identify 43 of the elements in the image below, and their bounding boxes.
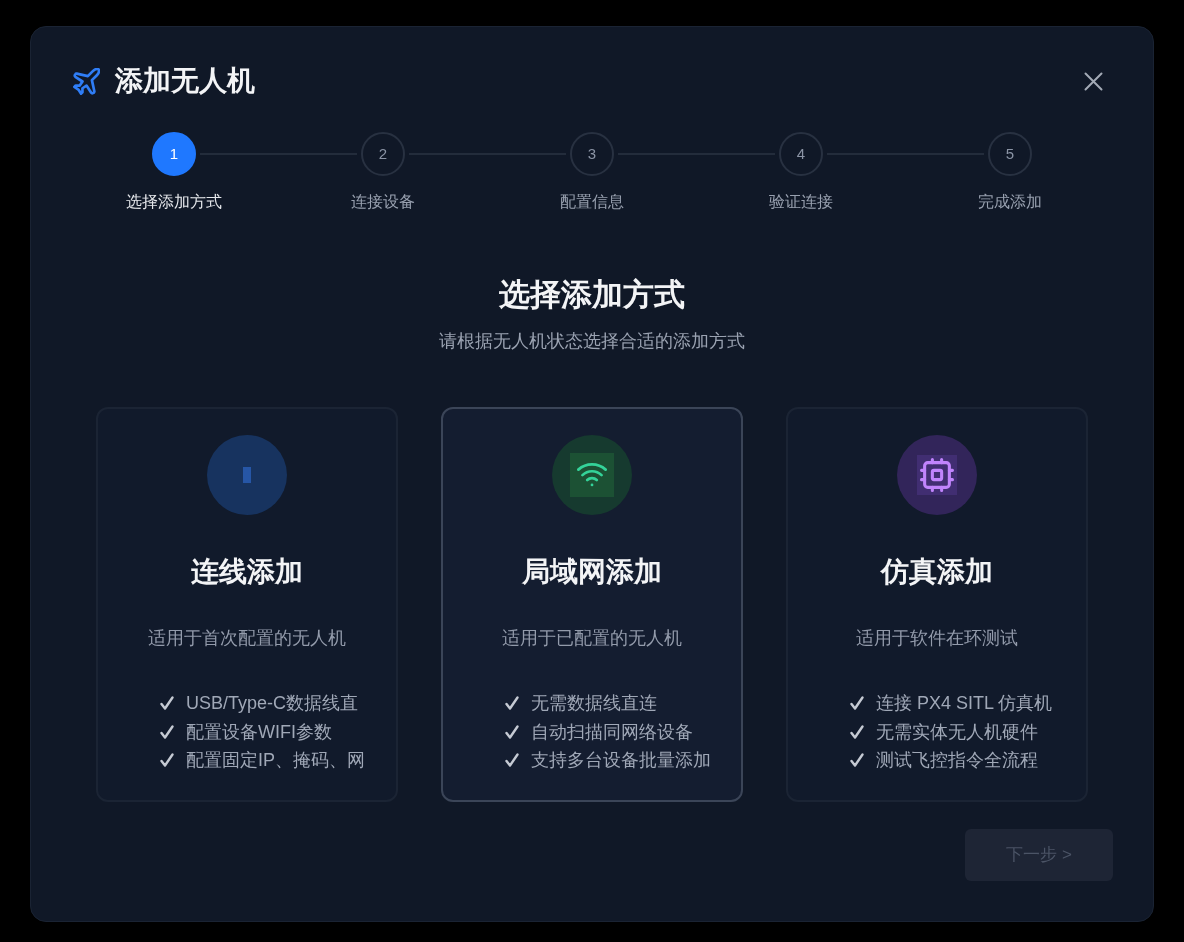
feature-text: 无需数据线直连 <box>531 692 657 716</box>
card-title: 仿真添加 <box>881 555 993 589</box>
check-icon <box>505 696 519 711</box>
card-description: 适用于已配置的无人机 <box>502 627 682 650</box>
step-number: 4 <box>779 132 823 176</box>
feature-text: 配置设备WIFI参数 <box>186 720 332 744</box>
step-label: 验证连接 <box>768 192 833 212</box>
feature-text: 配置固定IP、掩码、网 <box>186 749 365 773</box>
feature-text: 连接 PX4 SITL 仿真机 <box>876 692 1053 716</box>
step-number: 2 <box>361 132 405 176</box>
method-card[interactable]: 仿真添加 适用于软件在环测试 连接 PX4 SITL 仿真机 无需实体无人机硬件 测试飞控指令全流程 <box>786 407 1088 802</box>
feature-text: 支持多台设备批量添加 <box>531 749 711 773</box>
card-title: 连线添加 <box>191 555 303 589</box>
step-number: 3 <box>570 132 614 176</box>
card-title: 局域网添加 <box>522 555 662 589</box>
feature-text: 自动扫描同网络设备 <box>531 720 693 744</box>
check-icon <box>505 753 519 768</box>
card-description: 适用于软件在环测试 <box>856 627 1018 650</box>
step-number: 1 <box>152 132 196 176</box>
step-label: 选择添加方式 <box>126 192 223 212</box>
check-icon <box>160 724 174 739</box>
check-icon <box>160 753 174 768</box>
feature-text: USB/Type-C数据线直 <box>186 692 359 716</box>
feature-text: 测试飞控指令全流程 <box>876 749 1038 773</box>
check-icon <box>850 753 864 768</box>
section-heading: 选择添加方式 <box>499 276 685 314</box>
check-icon <box>850 724 864 739</box>
method-card[interactable]: 连线添加 适用于首次配置的无人机 USB/Type-C数据线直 配置设备WIFI参数 配置固定IP、掩码、网 <box>96 407 398 802</box>
method-card[interactable]: 局域网添加 适用于已配置的无人机 无需数据线直连 自动扫描同网络设备 支持多台设备批量添加 <box>441 407 743 802</box>
check-icon <box>850 696 864 711</box>
close-button[interactable] <box>1084 71 1103 91</box>
check-icon <box>160 696 174 711</box>
step-label: 完成添加 <box>977 192 1042 212</box>
plane-icon <box>73 67 100 95</box>
card-description: 适用于首次配置的无人机 <box>148 627 346 650</box>
check-icon <box>505 724 519 739</box>
step-label: 配置信息 <box>560 192 624 212</box>
close-icon <box>1084 71 1103 91</box>
section-subtitle: 请根据无人机状态选择合适的添加方式 <box>439 330 745 353</box>
dialog-title: 添加无人机 <box>115 64 255 98</box>
step-label: 连接设备 <box>351 192 416 212</box>
feature-text: 无需实体无人机硬件 <box>876 720 1038 744</box>
step-number: 5 <box>988 132 1032 176</box>
